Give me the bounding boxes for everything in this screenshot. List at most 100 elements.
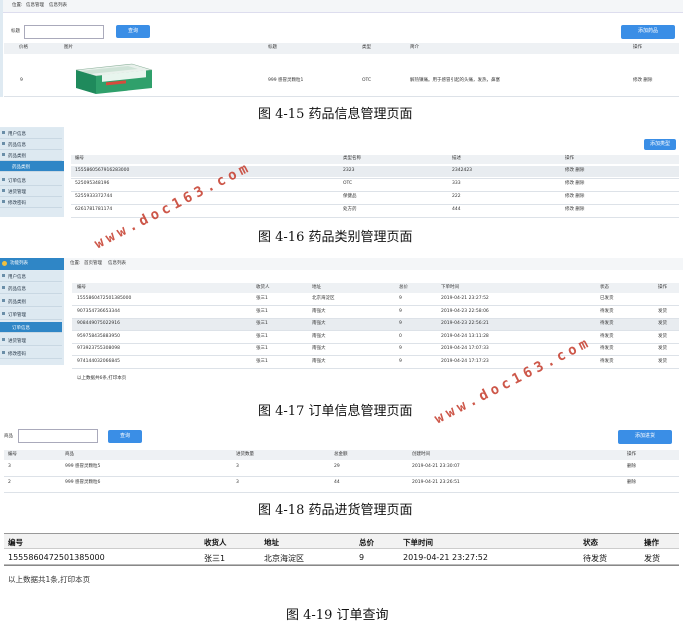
cell-id: 908449075022916 — [77, 321, 120, 326]
col-price[interactable]: 价格 — [19, 45, 28, 51]
delete-link[interactable]: 删除 — [627, 464, 636, 470]
ship-link[interactable]: 发货 — [658, 309, 667, 315]
row-divider — [72, 367, 679, 369]
ship-link[interactable]: 发货 — [658, 346, 667, 352]
add-stock-button[interactable]: 添加进货 — [618, 430, 672, 444]
cell-ops[interactable]: 修改 删除 — [633, 78, 652, 84]
ship-link[interactable]: 发货 — [658, 334, 667, 340]
sidebar-item-password[interactable]: 修改密码 — [0, 348, 62, 359]
cell-time: 2019-04-23 22:56:21 — [441, 321, 489, 326]
cell-status: 待发货 — [600, 321, 614, 326]
breadcrumb-item[interactable]: 首页管理 — [84, 261, 102, 267]
cell-address: 南强大 — [312, 321, 326, 326]
ship-link[interactable]: 发货 — [658, 321, 667, 327]
col-name: 类型名称 — [343, 156, 361, 161]
cell-price: 9 — [20, 78, 23, 83]
sidebar-item-user[interactable]: 用户信息 — [0, 128, 62, 139]
cell-qty: 3 — [236, 464, 239, 469]
col-intro: 简介 — [410, 45, 419, 50]
sidebar-item-medicine[interactable]: 药品信息 — [0, 139, 62, 150]
cell-id: 5255933372744 — [75, 194, 113, 199]
col-desc: 描述 — [452, 156, 461, 161]
sidebar-item-user[interactable]: 用户信息 — [0, 271, 62, 282]
col-time: 下单时间 — [403, 538, 433, 547]
sidebar-item-order[interactable]: 订单信息 — [0, 175, 62, 186]
row-divider — [4, 96, 679, 97]
cell-name: 保健品 — [343, 194, 357, 199]
col-amount: 总金额 — [334, 452, 348, 457]
sidebar-item-stock[interactable]: 进货管理 — [0, 186, 62, 197]
cell-name: 2323 — [343, 168, 355, 173]
sidebar-item-category[interactable]: 药品类别 — [0, 296, 62, 307]
table-footer: 以上数据共1条,打印本页 — [8, 575, 91, 584]
cell-id: 973923755308098 — [77, 346, 120, 351]
search-button[interactable]: 查询 — [108, 430, 142, 443]
table-header — [4, 43, 679, 54]
breadcrumb-item[interactable]: 信息列表 — [108, 261, 126, 267]
cell-status: 已发货 — [600, 296, 614, 301]
table-header — [4, 533, 679, 549]
col-ops: 操作 — [627, 452, 636, 457]
col-receiver: 收货人 — [256, 285, 270, 290]
sidebar-item-password[interactable]: 修改密码 — [0, 197, 62, 208]
col-status: 状态 — [600, 285, 609, 290]
search-label: 标题 — [11, 29, 20, 34]
sidebar-item-order-info-active[interactable]: 订单信息 — [0, 322, 62, 333]
ship-link[interactable]: 发货 — [658, 359, 667, 365]
cell-time: 2019-04-24 17:17:23 — [441, 358, 489, 364]
cell-id: 525095348196 — [75, 181, 110, 186]
cell-ops[interactable]: 修改 删除 — [565, 181, 584, 187]
row-divider — [71, 178, 679, 179]
row-divider — [71, 191, 679, 192]
cell-id: 1555860472501385000 — [8, 553, 105, 562]
add-type-button[interactable]: 添加类型 — [644, 139, 676, 150]
cell-id: 907354736653344 — [77, 308, 120, 314]
figure-caption: 图 4-16 药品类别管理页面 — [258, 230, 413, 245]
sidebar-item-order-mgmt[interactable]: 订单管理 — [0, 309, 62, 320]
breadcrumb-pos: 位置: — [12, 3, 23, 8]
add-medicine-button[interactable]: 添加药品 — [621, 25, 675, 39]
cell-time: 2019-04-24 17:07:33 — [441, 346, 489, 351]
cell-receiver: 张三1 — [256, 296, 268, 301]
cell-id: 959758435883950 — [77, 333, 120, 339]
cell-product: 999 感冒灵颗粒5 — [65, 464, 101, 469]
row-highlight — [72, 319, 679, 330]
cell-ops[interactable]: 修改 删除 — [565, 194, 584, 200]
cell-total: 0 — [399, 333, 402, 339]
cell-total: 9 — [399, 358, 402, 364]
breadcrumb-item[interactable]: 信息管理 — [26, 3, 44, 9]
col-created: 创建时间 — [412, 452, 430, 457]
figure-caption: 图 4-18 药品进货管理页面 — [258, 503, 413, 518]
cell-ops[interactable]: 修改 删除 — [565, 168, 584, 174]
cell-time: 2019-04-24 13:11:28 — [441, 333, 489, 339]
search-label: 商品 — [4, 434, 13, 439]
sidebar-item-stock[interactable]: 进货管理 — [0, 335, 62, 346]
cell-total: 9 — [399, 321, 402, 326]
search-button[interactable]: 查询 — [116, 25, 150, 38]
figure-caption: 图 4-19 订单查询 — [286, 608, 389, 623]
col-ops: 操作 — [644, 538, 659, 547]
sidebar-item-category-active[interactable]: 药品类别 — [0, 161, 64, 172]
cell-address: 北京海淀区 — [264, 554, 304, 563]
cell-qty: 3 — [236, 480, 239, 485]
breadcrumb-item[interactable]: 信息列表 — [49, 3, 67, 9]
cell-total: 9 — [359, 553, 365, 562]
col-id: 编号 — [8, 538, 23, 547]
cell-status: 待发货 — [583, 554, 607, 563]
sidebar-item-category[interactable]: 药品类别 — [0, 150, 62, 161]
ship-link[interactable]: 发货 — [644, 553, 660, 564]
sidebar-item-medicine[interactable]: 药品信息 — [0, 283, 62, 294]
cell-time: 2019-04-21 23:27:52 — [441, 296, 489, 301]
cell-total: 9 — [399, 308, 402, 314]
cell-address: 南强大 — [312, 358, 326, 364]
search-input[interactable] — [18, 429, 98, 443]
breadcrumb-pos: 位置: — [70, 261, 81, 266]
search-input[interactable] — [24, 25, 104, 39]
cell-name: OTC — [343, 181, 353, 186]
delete-link[interactable]: 删除 — [627, 480, 636, 486]
cell-receiver: 张三1 — [256, 333, 268, 339]
cell-intro: 解热镇痛。用于感冒引起的头痛，发热，鼻塞 — [410, 78, 500, 83]
cell-ops[interactable]: 修改 删除 — [565, 207, 584, 213]
cell-status: 待发货 — [600, 346, 614, 351]
cell-total: 9 — [399, 346, 402, 351]
